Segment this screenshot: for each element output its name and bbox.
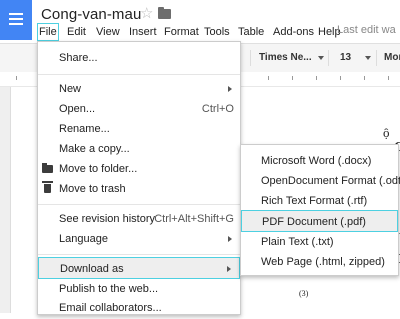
menu-item-label: Plain Text (.txt) xyxy=(261,236,334,248)
download-as-submenu: Microsoft Word (.docx) OpenDocument Form… xyxy=(240,144,400,276)
menu-separator xyxy=(38,204,240,205)
menu-item-share[interactable]: Share... xyxy=(38,47,240,69)
menu-view[interactable]: View xyxy=(96,24,120,40)
menu-item-label: See revision history xyxy=(59,213,155,225)
font-size-select[interactable]: 13 xyxy=(340,52,351,63)
menu-item-label: Email collaborators... xyxy=(59,302,162,314)
folder-icon xyxy=(42,163,53,173)
chevron-right-icon xyxy=(228,236,232,242)
menu-format[interactable]: Format xyxy=(164,24,199,40)
toolbar-separator xyxy=(250,50,251,66)
menu-separator xyxy=(38,254,240,255)
submenu-item-docx[interactable]: Microsoft Word (.docx) xyxy=(241,150,398,172)
menu-table[interactable]: Table xyxy=(238,24,264,40)
menu-item-label: Microsoft Word (.docx) xyxy=(261,155,372,167)
shortcut-label: Ctrl+Alt+Shift+G xyxy=(154,213,234,225)
menu-item-make-a-copy[interactable]: Make a copy... xyxy=(38,138,240,160)
font-family-select[interactable]: Times Ne... xyxy=(259,52,312,63)
menu-item-rename[interactable]: Rename... xyxy=(38,118,240,140)
menu-item-label: Share... xyxy=(59,52,98,64)
menu-item-open[interactable]: Open... Ctrl+O xyxy=(38,98,240,120)
trash-icon xyxy=(42,181,53,193)
menu-item-email-collaborators[interactable]: Email collaborators... xyxy=(38,297,240,319)
menu-item-label: PDF Document (.pdf) xyxy=(262,216,366,228)
menu-item-label: Open... xyxy=(59,103,96,115)
chevron-down-icon xyxy=(365,56,371,60)
menu-item-label: OpenDocument Format (.odt) xyxy=(261,175,400,187)
document-text: (3) xyxy=(299,289,309,298)
menu-item-download-as[interactable]: Download as xyxy=(38,257,240,279)
menu-item-revision-history[interactable]: See revision history Ctrl+Alt+Shift+G xyxy=(38,208,240,230)
menu-item-label: Download as xyxy=(60,263,124,275)
submenu-item-pdf[interactable]: PDF Document (.pdf) xyxy=(241,210,398,232)
menu-item-move-to-folder[interactable]: Move to folder... xyxy=(38,158,240,180)
toolbar-separator xyxy=(328,50,329,66)
menu-item-label: Make a copy... xyxy=(59,143,130,155)
menu-separator xyxy=(38,74,240,75)
toolbar-more-button[interactable]: Mor xyxy=(384,52,400,63)
star-icon[interactable]: ☆ xyxy=(140,4,153,22)
menu-item-label: Move to trash xyxy=(59,183,126,195)
menu-item-move-to-trash[interactable]: Move to trash xyxy=(38,178,240,200)
folder-icon[interactable] xyxy=(158,7,171,19)
menu-item-label: Rich Text Format (.rtf) xyxy=(261,195,368,207)
document-text: ộ xyxy=(383,125,390,140)
document-title[interactable]: Cong-van-mau xyxy=(41,6,141,23)
menu-addons[interactable]: Add-ons xyxy=(273,24,314,40)
menu-item-label: Language xyxy=(59,233,108,245)
menu-item-label: Move to folder... xyxy=(59,163,138,175)
last-edit-status[interactable]: Last edit wa xyxy=(337,24,396,36)
toolbar-separator xyxy=(376,50,377,66)
menu-tools[interactable]: Tools xyxy=(204,24,230,40)
shortcut-label: Ctrl+O xyxy=(201,103,234,115)
chevron-down-icon xyxy=(318,56,324,60)
docs-logo-icon[interactable] xyxy=(0,0,32,40)
menu-edit[interactable]: Edit xyxy=(67,24,86,40)
submenu-item-html-zipped[interactable]: Web Page (.html, zipped) xyxy=(241,251,398,273)
menu-item-label: Rename... xyxy=(59,123,110,135)
submenu-item-txt[interactable]: Plain Text (.txt) xyxy=(241,231,398,253)
menu-item-label: New xyxy=(59,83,82,95)
file-menu: Share... New Open... Ctrl+O Rename... Ma… xyxy=(37,41,241,315)
chevron-right-icon xyxy=(227,266,231,272)
menu-item-language[interactable]: Language xyxy=(38,228,240,250)
menu-item-label: Web Page (.html, zipped) xyxy=(261,256,385,268)
menu-item-new[interactable]: New xyxy=(38,78,240,100)
menu-insert[interactable]: Insert xyxy=(129,24,157,40)
chevron-right-icon xyxy=(228,86,232,92)
submenu-item-rtf[interactable]: Rich Text Format (.rtf) xyxy=(241,190,398,212)
submenu-item-odt[interactable]: OpenDocument Format (.odt) xyxy=(241,170,400,192)
menu-file[interactable]: File xyxy=(37,23,59,41)
